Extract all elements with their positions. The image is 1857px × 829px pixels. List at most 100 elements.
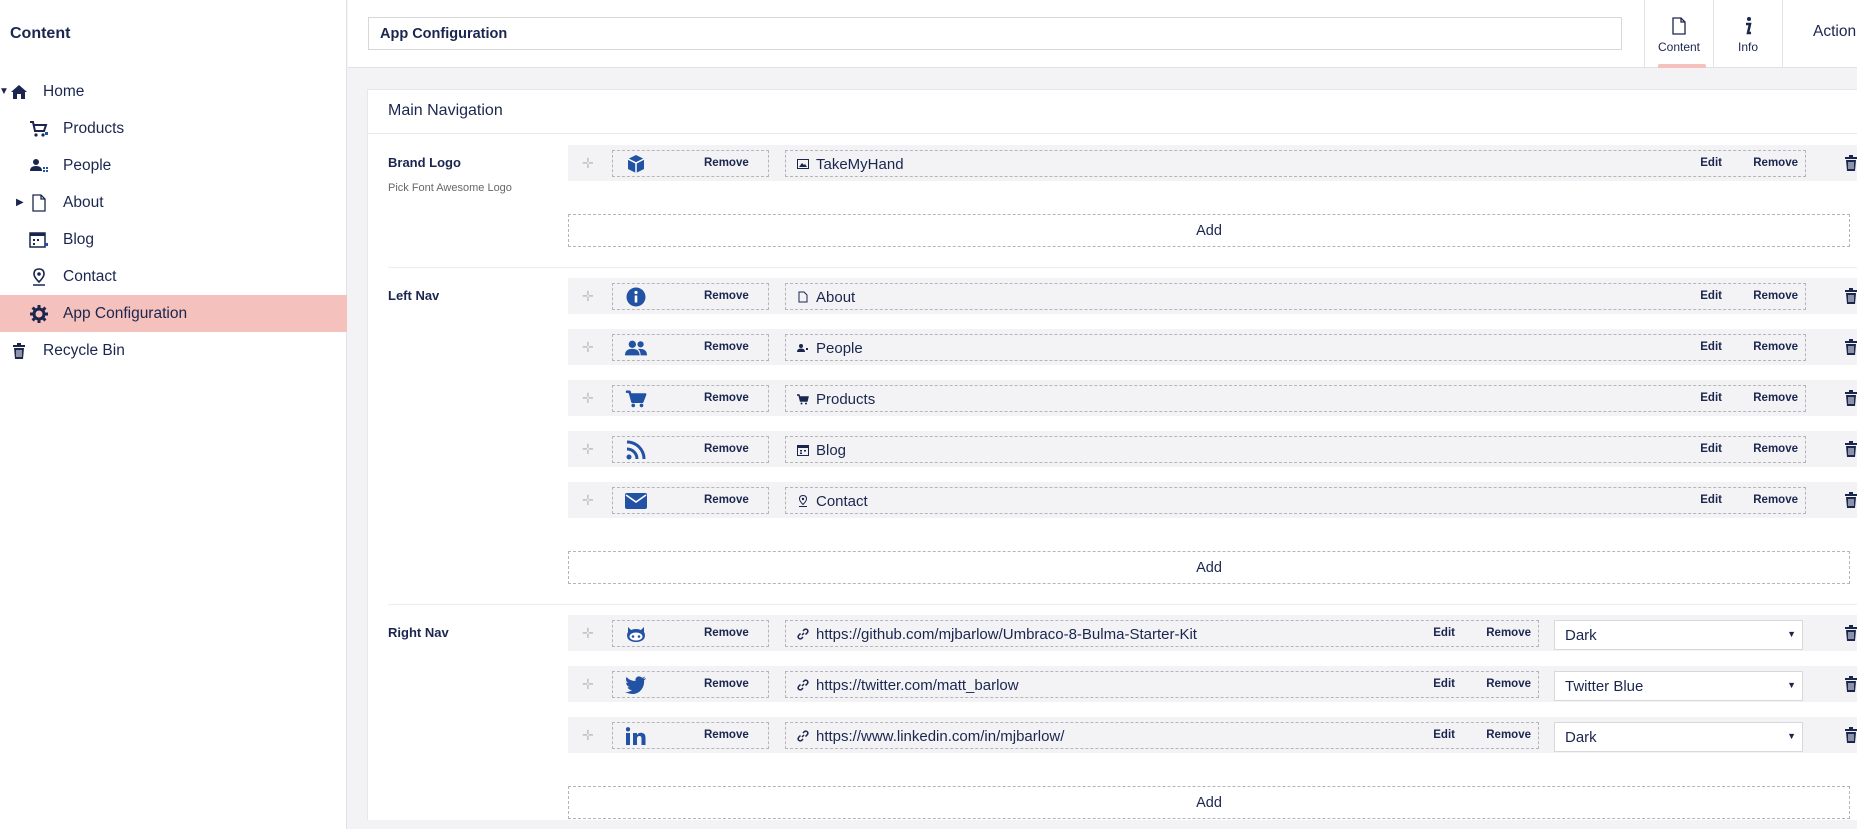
tab-info[interactable]: Info xyxy=(1713,0,1783,68)
tree-item-recycle-bin[interactable]: Recycle Bin xyxy=(0,332,347,369)
icon-picker[interactable]: Remove xyxy=(612,385,769,412)
drag-handle-icon[interactable]: ✛ xyxy=(582,625,594,642)
tree-item-products[interactable]: Products xyxy=(0,110,347,147)
remove-link-button[interactable]: Remove xyxy=(1486,678,1531,690)
tree-item-home[interactable]: ▼ Home xyxy=(0,73,347,110)
link-text[interactable]: TakeMyHand xyxy=(816,156,904,173)
remove-icon-button[interactable]: Remove xyxy=(704,627,749,639)
tree-item-label: App Configuration xyxy=(63,304,188,322)
edit-link-button[interactable]: Edit xyxy=(1700,290,1722,302)
delete-row-trash-icon[interactable] xyxy=(1844,155,1857,171)
icon-picker[interactable]: Remove xyxy=(612,722,769,749)
icon-picker[interactable]: Remove xyxy=(612,620,769,647)
remove-icon-button[interactable]: Remove xyxy=(704,157,749,169)
property-label-brand-logo: Brand Logo xyxy=(388,155,461,170)
edit-link-button[interactable]: Edit xyxy=(1433,627,1455,639)
delete-row-trash-icon[interactable] xyxy=(1844,625,1857,641)
theme-select[interactable]: Dark ▼ xyxy=(1554,620,1803,650)
delete-row-trash-icon[interactable] xyxy=(1844,390,1857,406)
remove-link-button[interactable]: Remove xyxy=(1753,443,1798,455)
remove-icon-button[interactable]: Remove xyxy=(704,290,749,302)
cart-icon xyxy=(29,119,49,139)
delete-row-trash-icon[interactable] xyxy=(1844,339,1857,355)
delete-row-trash-icon[interactable] xyxy=(1844,676,1857,692)
drag-handle-icon[interactable]: ✛ xyxy=(582,390,594,407)
delete-row-trash-icon[interactable] xyxy=(1844,441,1857,457)
collapsed-caret-icon[interactable]: ▶ xyxy=(16,197,24,208)
edit-link-button[interactable]: Edit xyxy=(1433,729,1455,741)
tree-item-blog[interactable]: Blog xyxy=(0,221,347,258)
edit-link-button[interactable]: Edit xyxy=(1700,443,1722,455)
drag-handle-icon[interactable]: ✛ xyxy=(582,492,594,509)
link-text[interactable]: Products xyxy=(816,391,875,408)
tab-content[interactable]: Content xyxy=(1644,0,1713,68)
people-icon xyxy=(29,156,49,176)
panel-title: Main Navigation xyxy=(388,102,503,119)
remove-icon-button[interactable]: Remove xyxy=(704,443,749,455)
remove-icon-button[interactable]: Remove xyxy=(704,494,749,506)
remove-icon-button[interactable]: Remove xyxy=(704,678,749,690)
property-label-right-nav: Right Nav xyxy=(388,625,449,640)
icon-picker[interactable]: Remove xyxy=(612,283,769,310)
drag-handle-icon[interactable]: ✛ xyxy=(582,339,594,356)
tree-item-label: Contact xyxy=(63,267,117,285)
add-right-nav-button[interactable]: Add xyxy=(568,786,1850,819)
remove-link-button[interactable]: Remove xyxy=(1486,627,1531,639)
drag-handle-icon[interactable]: ✛ xyxy=(582,727,594,744)
link-text[interactable]: About xyxy=(816,289,855,306)
remove-link-button[interactable]: Remove xyxy=(1753,392,1798,404)
link-text[interactable]: Blog xyxy=(816,442,846,459)
link-picker: https://github.com/mjbarlow/Umbraco-8-Bu… xyxy=(785,620,1539,647)
remove-link-button[interactable]: Remove xyxy=(1753,157,1798,169)
remove-icon-button[interactable]: Remove xyxy=(704,729,749,741)
icon-picker[interactable]: Remove xyxy=(612,436,769,463)
chevron-down-icon: ▼ xyxy=(1787,731,1796,741)
edit-link-button[interactable]: Edit xyxy=(1700,494,1722,506)
link-text[interactable]: Contact xyxy=(816,493,868,510)
actions-menu[interactable]: Action xyxy=(1813,23,1856,41)
remove-link-button[interactable]: Remove xyxy=(1753,290,1798,302)
theme-select[interactable]: Dark ▼ xyxy=(1554,722,1803,752)
link-text[interactable]: https://github.com/mjbarlow/Umbraco-8-Bu… xyxy=(816,626,1197,643)
link-text[interactable]: https://twitter.com/matt_barlow xyxy=(816,677,1019,694)
nav-row: ✛ Remove About Edit Remove xyxy=(568,278,1857,314)
tree-item-app-configuration[interactable]: App Configuration xyxy=(0,295,347,332)
theme-select[interactable]: Twitter Blue ▼ xyxy=(1554,671,1803,701)
edit-link-button[interactable]: Edit xyxy=(1700,341,1722,353)
link-text[interactable]: People xyxy=(816,340,863,357)
calendar-icon xyxy=(29,230,49,250)
drag-handle-icon[interactable]: ✛ xyxy=(582,441,594,458)
delete-row-trash-icon[interactable] xyxy=(1844,727,1857,743)
tree-item-people[interactable]: People xyxy=(0,147,347,184)
drag-handle-icon[interactable]: ✛ xyxy=(582,155,594,172)
tree-item-about[interactable]: ▶ About xyxy=(0,184,347,221)
info-icon xyxy=(1743,15,1753,37)
nav-row: ✛ Remove Blog Edit Remove xyxy=(568,431,1857,467)
twitter-icon xyxy=(625,675,647,695)
remove-link-button[interactable]: Remove xyxy=(1753,341,1798,353)
link-text[interactable]: https://www.linkedin.com/in/mjbarlow/ xyxy=(816,728,1064,745)
remove-link-button[interactable]: Remove xyxy=(1486,729,1531,741)
edit-link-button[interactable]: Edit xyxy=(1700,157,1722,169)
delete-row-trash-icon[interactable] xyxy=(1844,492,1857,508)
icon-picker[interactable]: Remove xyxy=(612,150,769,177)
nav-row: ✛ Remove https://www.linkedin.com/in/mjb… xyxy=(568,717,1857,753)
expanded-caret-icon[interactable]: ▼ xyxy=(0,86,9,97)
delete-row-trash-icon[interactable] xyxy=(1844,288,1857,304)
icon-picker[interactable]: Remove xyxy=(612,334,769,361)
remove-icon-button[interactable]: Remove xyxy=(704,341,749,353)
remove-link-button[interactable]: Remove xyxy=(1753,494,1798,506)
icon-picker[interactable]: Remove xyxy=(612,671,769,698)
add-left-nav-button[interactable]: Add xyxy=(568,551,1850,584)
github-icon xyxy=(625,624,647,644)
remove-icon-button[interactable]: Remove xyxy=(704,392,749,404)
edit-link-button[interactable]: Edit xyxy=(1700,392,1722,404)
drag-handle-icon[interactable]: ✛ xyxy=(582,676,594,693)
document-icon xyxy=(797,291,809,303)
icon-picker[interactable]: Remove xyxy=(612,487,769,514)
drag-handle-icon[interactable]: ✛ xyxy=(582,288,594,305)
edit-link-button[interactable]: Edit xyxy=(1433,678,1455,690)
tree-item-contact[interactable]: Contact xyxy=(0,258,347,295)
node-name-input[interactable] xyxy=(368,17,1622,50)
add-brand-logo-button[interactable]: Add xyxy=(568,214,1850,247)
